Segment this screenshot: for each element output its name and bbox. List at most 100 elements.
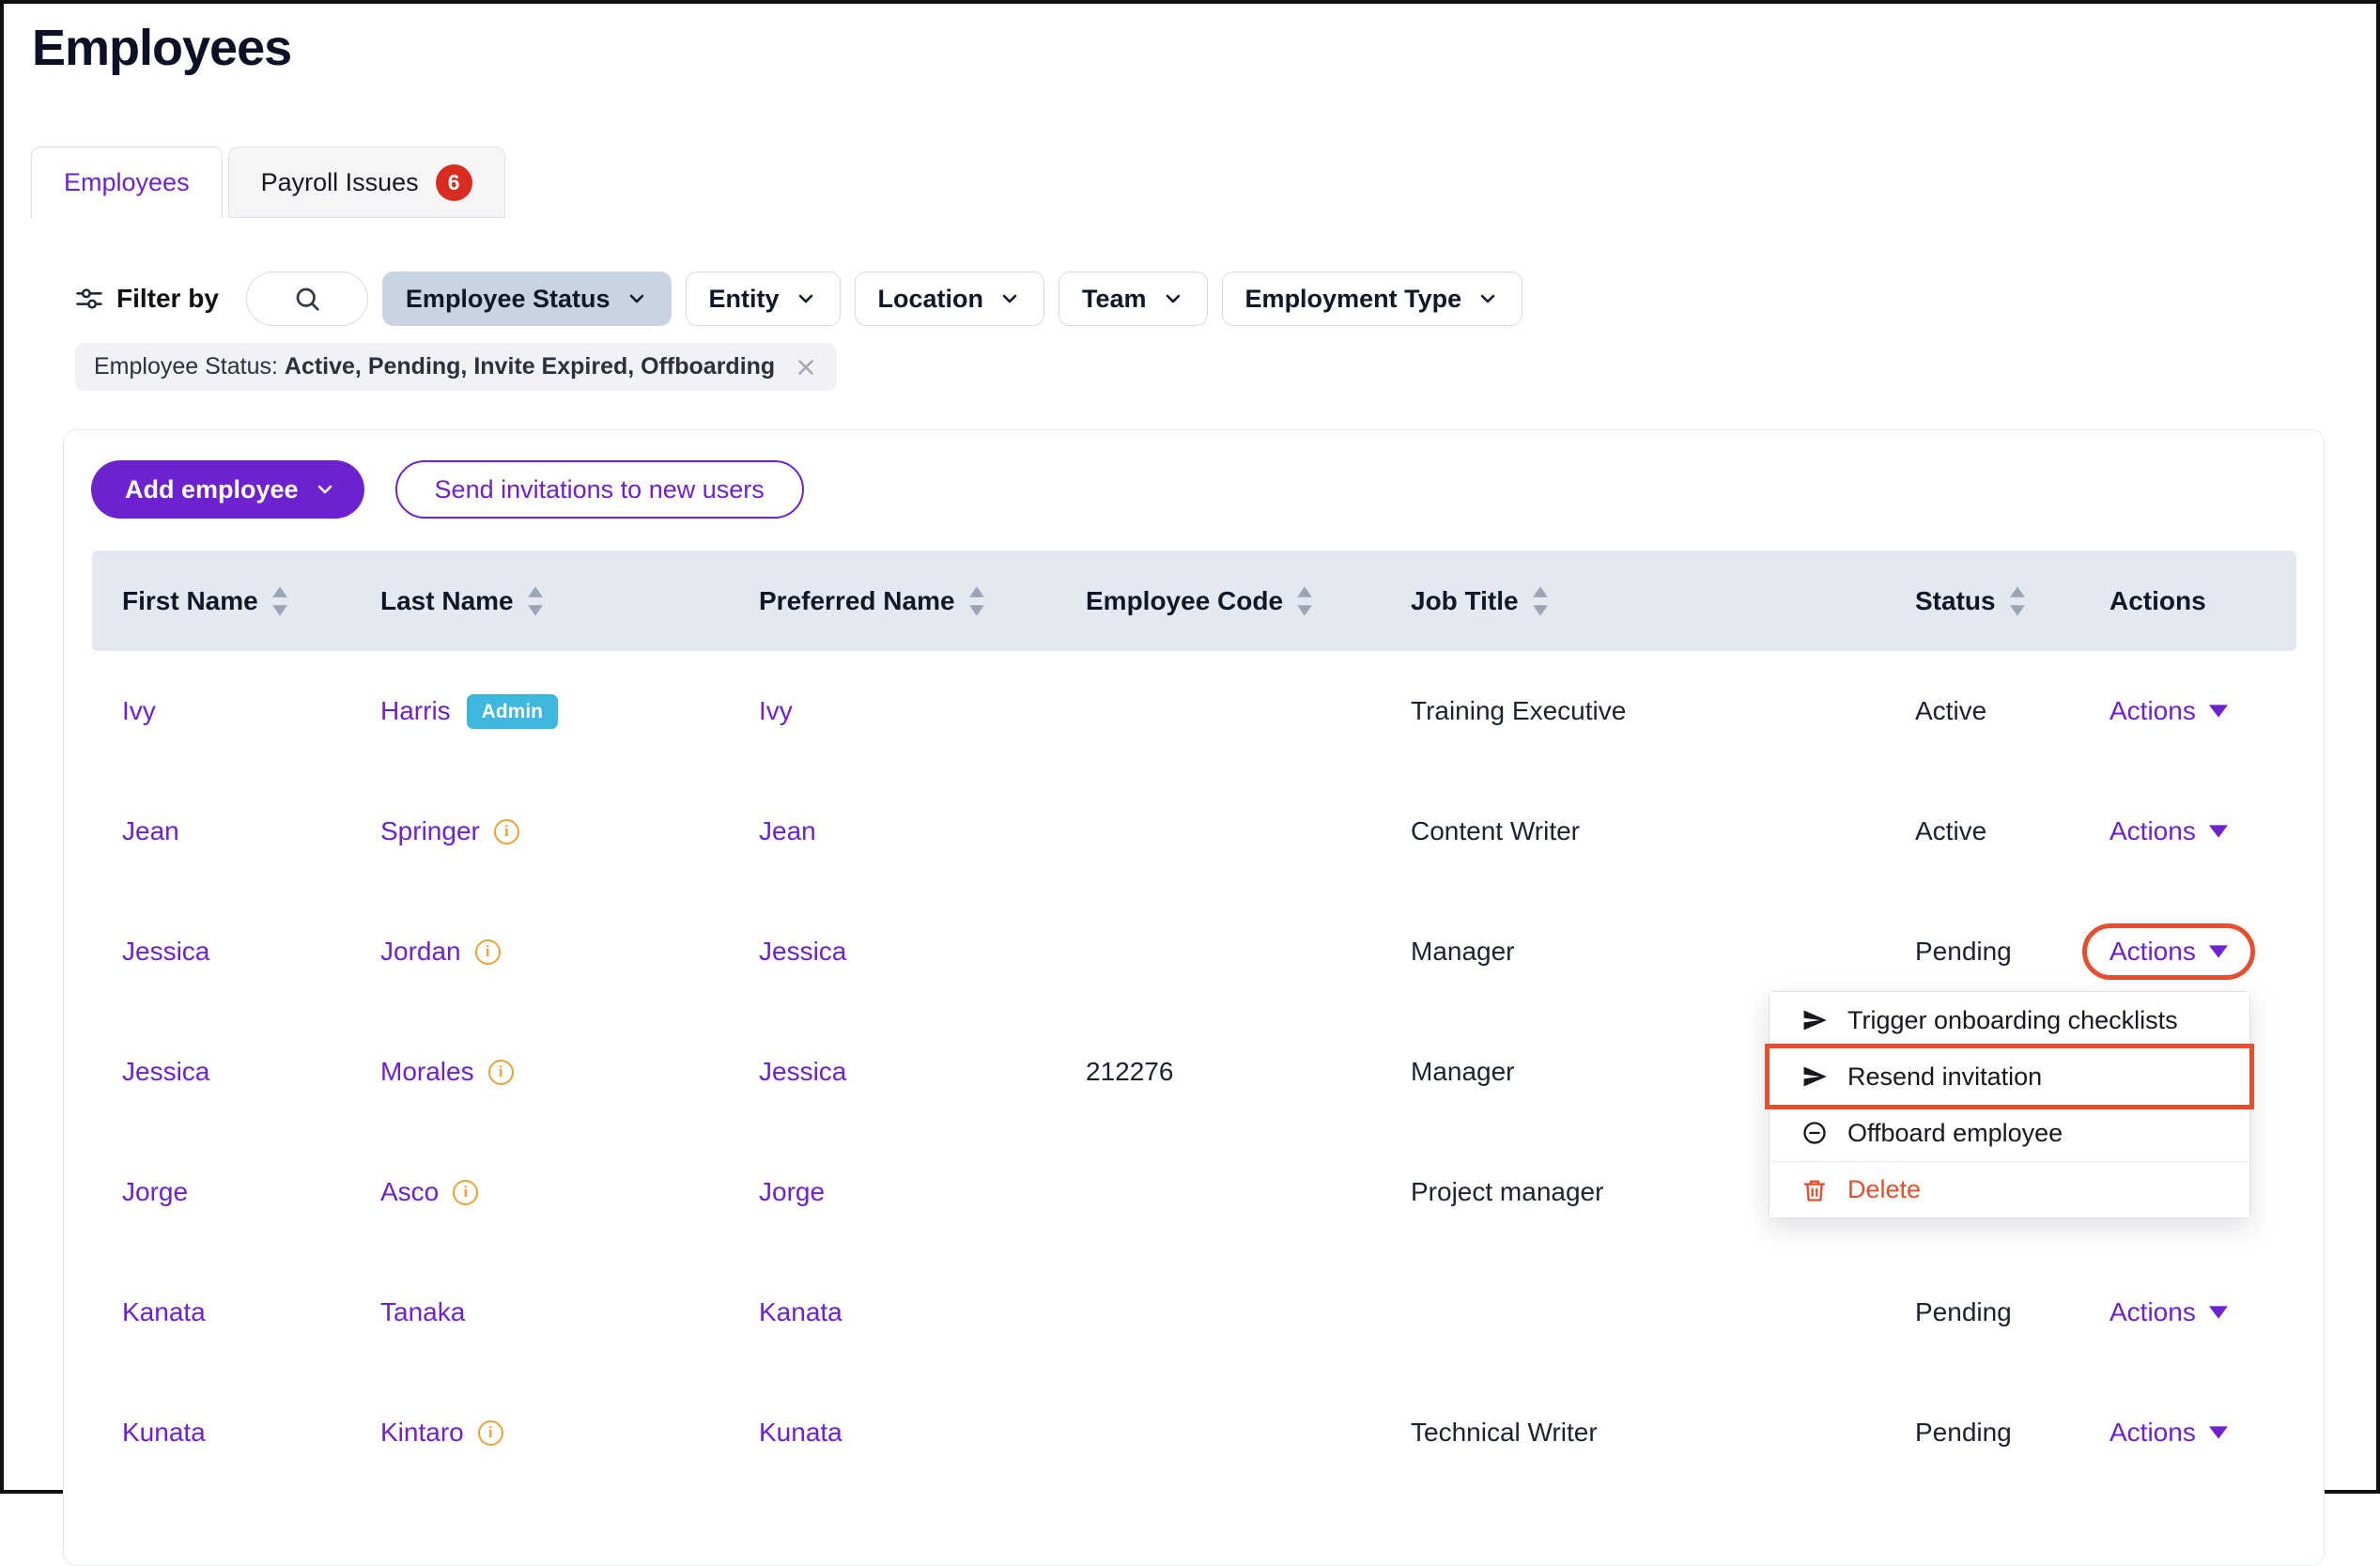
- menu-item-label: Trigger onboarding checklists: [1847, 1006, 2178, 1035]
- preferred-name-cell: Ivy: [759, 696, 1086, 726]
- caret-down-icon: [2209, 705, 2228, 718]
- job-title-cell: Training Executive: [1411, 696, 1915, 726]
- close-icon[interactable]: [794, 355, 818, 380]
- first-name-link[interactable]: Jessica: [122, 937, 209, 967]
- column-header-status[interactable]: Status: [1915, 585, 2110, 617]
- first-name-link[interactable]: Jorge: [122, 1177, 188, 1207]
- last-name-link[interactable]: Harris: [380, 696, 451, 726]
- first-name-cell: Jessica: [92, 937, 380, 967]
- filter-button-employment-type[interactable]: Employment Type: [1222, 271, 1523, 326]
- actions-label: Actions: [2110, 1297, 2196, 1327]
- filter-by-label: Filter by: [75, 284, 219, 314]
- info-icon[interactable]: i: [453, 1180, 478, 1205]
- menu-item-label: Offboard employee: [1847, 1119, 2063, 1148]
- menu-item-offboard-employee[interactable]: Offboard employee: [1770, 1105, 2249, 1161]
- column-header-job-title[interactable]: Job Title: [1411, 585, 1915, 617]
- preferred-name-cell: Jorge: [759, 1177, 1086, 1207]
- table-row: JeanSpringeriJeanContent WriterActiveAct…: [92, 771, 2296, 892]
- column-header-employee-code[interactable]: Employee Code: [1086, 585, 1411, 617]
- first-name-link[interactable]: Jean: [122, 816, 179, 846]
- table-row: KanataTanakaKanataPendingActions: [92, 1252, 2296, 1372]
- filter-button-entity[interactable]: Entity: [686, 271, 841, 326]
- last-name-link[interactable]: Tanaka: [380, 1297, 465, 1327]
- last-name-link[interactable]: Kintaro: [380, 1418, 464, 1448]
- filter-button-employee-status[interactable]: Employee Status: [382, 271, 672, 326]
- first-name-link[interactable]: Jessica: [122, 1057, 209, 1087]
- preferred-name-link[interactable]: Jessica: [759, 1057, 846, 1087]
- preferred-name-cell: Jessica: [759, 1057, 1086, 1087]
- first-name-link[interactable]: Kanata: [122, 1297, 206, 1327]
- sort-icon: [270, 585, 289, 617]
- row-actions-button[interactable]: Actions: [2110, 1418, 2228, 1448]
- caret-down-icon: [2209, 1306, 2228, 1319]
- chevron-down-icon: [626, 287, 648, 310]
- menu-item-label: Resend invitation: [1847, 1062, 2042, 1092]
- column-header-preferred-name[interactable]: Preferred Name: [759, 585, 1086, 617]
- info-icon[interactable]: i: [488, 1060, 514, 1085]
- send-invitations-button[interactable]: Send invitations to new users: [395, 460, 804, 519]
- preferred-name-link[interactable]: Jessica: [759, 937, 846, 967]
- last-name-link[interactable]: Jordan: [380, 937, 461, 967]
- admin-badge: Admin: [467, 694, 558, 729]
- row-actions-button[interactable]: Actions: [2110, 696, 2228, 726]
- last-name-link[interactable]: Morales: [380, 1057, 474, 1087]
- status-cell: Active: [1915, 816, 2110, 846]
- chevron-down-icon: [1162, 287, 1184, 310]
- annotation-circle: Actions: [2082, 923, 2255, 980]
- column-header-first-name[interactable]: First Name: [92, 585, 380, 617]
- info-icon[interactable]: i: [478, 1420, 503, 1446]
- tab-payroll-issues[interactable]: Payroll Issues6: [228, 147, 505, 218]
- column-header-label: Preferred Name: [759, 586, 955, 616]
- last-name-cell: Harris Admin: [380, 694, 759, 729]
- info-icon[interactable]: i: [475, 939, 501, 965]
- actions-cell: Actions: [2110, 1418, 2296, 1448]
- first-name-cell: Kanata: [92, 1297, 380, 1327]
- chevron-down-icon: [998, 287, 1021, 310]
- table-row: KunataKintaroiKunataTechnical WriterPend…: [92, 1372, 2296, 1493]
- menu-item-label: Delete: [1847, 1175, 1921, 1204]
- filter-buttons: Employee Status Entity Location Team Employm…: [382, 271, 1522, 326]
- paper-plane-icon: [1801, 1063, 1828, 1090]
- row-actions-button[interactable]: Actions: [2110, 937, 2228, 967]
- first-name-link[interactable]: Ivy: [122, 696, 156, 726]
- last-name-link[interactable]: Springer: [380, 816, 480, 846]
- employee-code-cell: 212276: [1086, 1057, 1411, 1087]
- status-cell: Active: [1915, 696, 2110, 726]
- page-title: Employees: [32, 19, 2376, 77]
- menu-item-delete[interactable]: Delete: [1770, 1161, 2249, 1217]
- preferred-name-link[interactable]: Jean: [759, 816, 816, 846]
- sort-icon: [967, 585, 986, 617]
- first-name-link[interactable]: Kunata: [122, 1418, 206, 1448]
- first-name-cell: Ivy: [92, 696, 380, 726]
- actions-cell: Actions: [2110, 696, 2296, 726]
- filter-button-location[interactable]: Location: [855, 271, 1045, 326]
- caret-down-icon: [2209, 1426, 2228, 1439]
- add-employee-button[interactable]: Add employee: [91, 460, 364, 519]
- filter-button-label: Employment Type: [1245, 285, 1462, 314]
- column-header-last-name[interactable]: Last Name: [380, 585, 759, 617]
- preferred-name-link[interactable]: Kunata: [759, 1418, 842, 1448]
- caret-down-icon: [2209, 945, 2228, 958]
- toolbar: Add employee Send invitations to new use…: [91, 460, 2324, 519]
- filter-bar: Filter by Employee Status Entity Location T…: [75, 271, 2376, 326]
- chip-text: Employee Status: Active, Pending, Invite…: [94, 353, 775, 380]
- tab-label: Payroll Issues: [261, 168, 419, 197]
- search-button[interactable]: [246, 271, 368, 326]
- tab-employees[interactable]: Employees: [31, 147, 223, 218]
- preferred-name-link[interactable]: Kanata: [759, 1297, 842, 1327]
- last-name-link[interactable]: Asco: [380, 1177, 439, 1207]
- menu-item-trigger-onboarding-checklists[interactable]: Trigger onboarding checklists: [1770, 992, 2249, 1048]
- preferred-name-link[interactable]: Jorge: [759, 1177, 825, 1207]
- last-name-cell: Tanaka: [380, 1297, 759, 1327]
- last-name-cell: Morales i: [380, 1057, 759, 1087]
- filter-button-team[interactable]: Team: [1059, 271, 1208, 326]
- row-actions-button[interactable]: Actions: [2110, 816, 2228, 846]
- menu-item-resend-invitation[interactable]: Resend invitation: [1770, 1048, 2249, 1105]
- info-icon[interactable]: i: [494, 819, 519, 845]
- preferred-name-link[interactable]: Ivy: [759, 696, 793, 726]
- last-name-cell: Kintaro i: [380, 1418, 759, 1448]
- tab-label: Employees: [64, 168, 190, 197]
- row-actions-button[interactable]: Actions: [2110, 1297, 2228, 1327]
- job-title-cell: Technical Writer: [1411, 1418, 1915, 1448]
- actions-label: Actions: [2110, 696, 2196, 726]
